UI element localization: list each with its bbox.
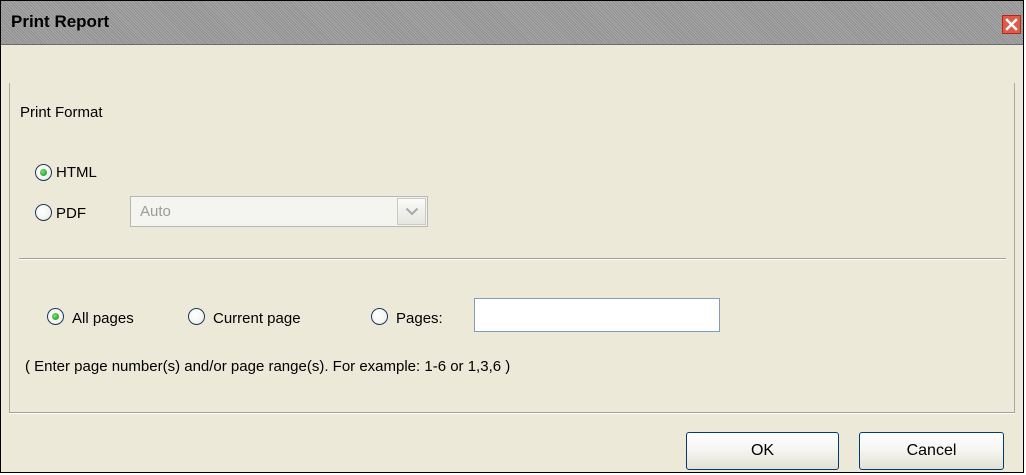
chevron-down-icon[interactable] [397,198,426,225]
title-bar[interactable]: Print Report [1,1,1023,45]
close-icon[interactable] [1002,15,1021,34]
ok-button[interactable]: OK [686,432,839,470]
pages-input[interactable] [474,298,720,332]
all-pages-radio[interactable] [47,308,64,325]
pdf-option-select[interactable]: Auto [130,196,428,227]
page-range-hint: ( Enter page number(s) and/or page range… [25,358,511,375]
current-page-radio[interactable] [188,308,205,325]
pdf-radio-label[interactable]: PDF [56,205,86,222]
html-radio-label[interactable]: HTML [56,164,97,181]
print-report-dialog: Print Report Print Format HTML PDF Auto … [0,0,1024,473]
section-divider [19,258,1006,260]
pages-label[interactable]: Pages: [396,310,443,327]
pdf-option-value: Auto [140,203,171,220]
all-pages-label[interactable]: All pages [72,310,134,327]
current-page-label[interactable]: Current page [213,310,301,327]
print-format-heading: Print Format [20,104,103,121]
footer-divider [9,412,1015,414]
radio-selected-dot [52,313,59,320]
pdf-radio[interactable] [35,204,52,221]
radio-selected-dot [40,169,47,176]
pages-radio[interactable] [371,308,388,325]
html-radio[interactable] [35,164,52,181]
cancel-button[interactable]: Cancel [859,432,1004,470]
dialog-title: Print Report [11,12,110,31]
